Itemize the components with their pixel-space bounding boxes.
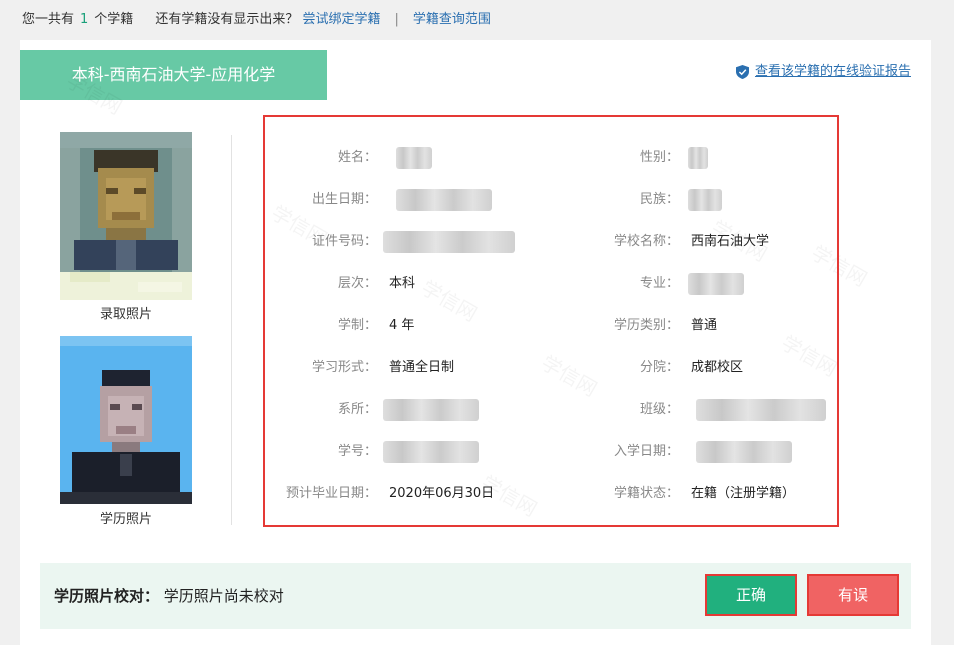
info-row: 证件号码： 学校名称： 西南石油大学: [265, 231, 835, 253]
gender-label: 性别：: [639, 150, 679, 165]
verify-report-label: 查看该学籍的在线验证报告: [754, 64, 911, 79]
major-label: 专业：: [639, 276, 679, 291]
grad-date-value: 2020年06月30日: [389, 486, 495, 501]
record-count: 1: [80, 12, 89, 27]
admission-photo: [60, 132, 192, 300]
info-row: 姓名： 性别：: [265, 147, 835, 169]
enroll-date-redacted: [696, 441, 792, 463]
missing-record-question: 还有学籍没有显示出来？: [155, 12, 299, 27]
student-info-panel: 姓名： 性别： 出生日期： 民族： 证件号码： 学校名称： 西南石油大学 层次：: [263, 115, 839, 527]
branch-value: 成都校区: [691, 360, 744, 375]
grad-date-label: 预计毕业日期：: [285, 486, 377, 501]
student-record-card: 本科-西南石油大学-应用化学 查看该学籍的在线验证报告 录取照片 学历照片 姓名…: [20, 40, 931, 645]
edu-type-label: 学历类别：: [613, 318, 679, 333]
enroll-date-label: 入学日期：: [613, 444, 679, 459]
shield-check-icon: [735, 65, 749, 79]
photo-check-bar: 学历照片校对： 学历照片尚未校对 正确 有误: [40, 563, 911, 629]
record-count-suffix: 个学籍: [94, 12, 134, 27]
degree-tab[interactable]: 本科-西南石油大学-应用化学: [20, 50, 327, 100]
ethnicity-redacted: [688, 189, 722, 211]
edu-type-value: 普通: [691, 318, 718, 333]
separator: |: [394, 12, 399, 27]
gender-redacted: [688, 147, 708, 169]
info-row: 系所： 班级：: [265, 399, 835, 421]
info-row: 出生日期： 民族：: [265, 189, 835, 211]
student-no-redacted: [383, 441, 479, 463]
name-label: 姓名：: [337, 150, 377, 165]
photo-check-text: 学历照片校对： 学历照片尚未校对: [54, 586, 284, 606]
admission-photo-caption: 录取照片: [99, 307, 152, 322]
photo-check-status: 学历照片尚未校对: [163, 587, 284, 605]
study-form-value: 普通全日制: [389, 360, 455, 375]
duration-value: 4 年: [389, 318, 415, 333]
id-number-redacted: [383, 231, 515, 253]
info-row: 学习形式： 普通全日制 分院： 成都校区: [265, 358, 835, 378]
wrong-button[interactable]: 有误: [807, 574, 899, 616]
birth-redacted: [396, 189, 492, 211]
verify-report-link[interactable]: 查看该学籍的在线验证报告: [735, 62, 911, 82]
photo-check-title: 学历照片校对：: [54, 587, 160, 605]
record-count-prefix: 您一共有: [22, 12, 75, 27]
status-value: 在籍（注册学籍）: [691, 486, 796, 501]
level-value: 本科: [389, 276, 416, 291]
id-number-label: 证件号码：: [311, 234, 377, 249]
major-redacted: [688, 273, 744, 295]
school-label: 学校名称：: [613, 234, 679, 249]
info-row: 层次： 本科 专业：: [265, 273, 835, 295]
department-redacted: [383, 399, 479, 421]
top-bar: 您一共有 1 个学籍 还有学籍没有显示出来？ 尝试绑定学籍 | 学籍查询范围: [22, 10, 491, 30]
divider: [231, 135, 232, 525]
status-label: 学籍状态：: [613, 486, 679, 501]
duration-label: 学制：: [337, 318, 377, 333]
level-label: 层次：: [337, 276, 377, 291]
study-form-label: 学习形式：: [311, 360, 377, 375]
query-scope-link[interactable]: 学籍查询范围: [413, 12, 491, 27]
education-photo: [60, 336, 192, 504]
info-row: 学号： 入学日期：: [265, 441, 835, 463]
correct-button[interactable]: 正确: [705, 574, 797, 616]
class-label: 班级：: [639, 402, 679, 417]
ethnicity-label: 民族：: [639, 192, 679, 207]
bind-record-link[interactable]: 尝试绑定学籍: [302, 12, 380, 27]
department-label: 系所：: [337, 402, 377, 417]
student-no-label: 学号：: [337, 444, 377, 459]
school-value: 西南石油大学: [691, 234, 770, 249]
info-row: 预计毕业日期： 2020年06月30日 学籍状态： 在籍（注册学籍）: [265, 484, 835, 504]
class-redacted: [696, 399, 826, 421]
birth-label: 出生日期：: [311, 192, 377, 207]
name-redacted: [396, 147, 432, 169]
info-row: 学制： 4 年 学历类别： 普通: [265, 316, 835, 336]
education-photo-caption: 学历照片: [99, 512, 152, 527]
branch-label: 分院：: [639, 360, 679, 375]
